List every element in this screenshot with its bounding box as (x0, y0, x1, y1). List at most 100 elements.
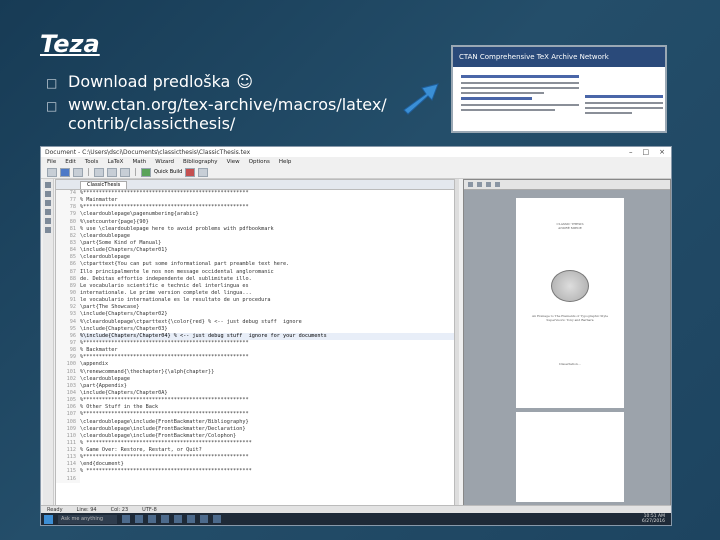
task-view-icon[interactable] (122, 515, 130, 523)
store-icon[interactable] (161, 515, 169, 523)
line-number: 78 (56, 204, 80, 212)
menu-bibliography[interactable]: Bibliography (183, 159, 218, 165)
code-line[interactable]: 80 %\setcounter{page}{90} (56, 218, 454, 226)
menu-edit[interactable]: Edit (65, 159, 76, 165)
code-line[interactable]: 104 \include{Chapters/Chapter0A} (56, 389, 454, 398)
code-line[interactable]: 101 %\renewcommand{\thechapter}{\alph{cha… (56, 368, 454, 376)
pdf-preview[interactable]: CLASSIC THESIS ANDRÉ MIEDE An Homage to … (463, 179, 671, 507)
code-line[interactable]: 115% ***********************************… (56, 468, 454, 476)
code-line[interactable]: 105 %************************************… (56, 397, 454, 405)
code-line[interactable]: 110 \cleardoublepage\include{FrontBackmat… (56, 432, 454, 440)
explorer-icon[interactable] (148, 515, 156, 523)
code-line[interactable]: 90 internationale. Le prime version compl… (56, 289, 454, 298)
windows-taskbar: Ask me anything 10:51 AM 6/27/2016 (41, 513, 671, 525)
code-line[interactable]: 94 %\cleardoublepage\ctparttext{\color{re… (56, 318, 454, 326)
line-number: 113 (56, 454, 80, 462)
code-line[interactable]: 84 \include{Chapters/Chapter01} (56, 247, 454, 255)
new-file-icon[interactable] (47, 167, 57, 177)
code-line[interactable]: 116 (56, 475, 454, 483)
code-line[interactable]: 97 %*************************************… (56, 339, 454, 348)
tab-classicthesis[interactable]: ClassicThesis (80, 181, 128, 189)
open-file-icon[interactable] (60, 167, 70, 177)
zoom-in-icon[interactable] (468, 182, 473, 187)
code-line[interactable]: 95 \include{Chapters/Chapter03} (56, 325, 454, 333)
code-editor[interactable]: ClassicThesis 74 %***********************… (55, 179, 455, 507)
code-line[interactable]: 96 %\include{Chapters/Chapter04} % <-- ju… (56, 332, 454, 340)
code-line[interactable]: 108 \cleardoublepage\include{FrontBackmat… (56, 418, 454, 426)
code-line[interactable]: 81% use \cleardoublepage here to avoid p… (56, 225, 454, 233)
menu-help[interactable]: Help (279, 159, 292, 165)
math-icon[interactable] (45, 200, 51, 206)
ctan-website-thumbnail: CTAN Comprehensive TeX Archive Network (451, 45, 667, 133)
code-line[interactable]: 85 \cleardoublepage (56, 254, 454, 262)
menu-view[interactable]: View (227, 159, 240, 165)
prev-page-icon[interactable] (486, 182, 491, 187)
menu-math[interactable]: Math (132, 159, 146, 165)
zoom-out-icon[interactable] (477, 182, 482, 187)
code-line[interactable]: 112% Game Over: Restore, Restart, or Qui… (56, 447, 454, 455)
code-line[interactable]: 100 \appendix (56, 361, 454, 369)
start-icon[interactable] (44, 514, 53, 524)
code-line[interactable]: 93 \include{Chapters/Chapter02} (56, 311, 454, 319)
line-number: 94 (56, 318, 80, 326)
save-icon[interactable] (73, 167, 83, 177)
code-line[interactable]: 111% ***********************************… (56, 439, 454, 448)
copy-icon[interactable] (107, 167, 117, 177)
menu-options[interactable]: Options (249, 159, 270, 165)
structure-icon[interactable] (45, 182, 51, 188)
taskbar-search[interactable]: Ask me anything (58, 514, 117, 524)
arrows-icon[interactable] (45, 218, 51, 224)
editor-scrollbar[interactable] (455, 179, 459, 505)
line-number: 111 (56, 439, 80, 448)
code-line[interactable]: 86 \ctparttext{You can put some informati… (56, 261, 454, 269)
edge-icon[interactable] (135, 515, 143, 523)
close-button[interactable]: × (659, 148, 665, 156)
view-pdf-icon[interactable] (198, 167, 209, 177)
code-line[interactable]: 77% Mainmatter (56, 197, 454, 205)
minimize-button[interactable]: – (629, 148, 633, 156)
code-line[interactable]: 89 Le vocabulario scientific e technic de… (56, 282, 454, 290)
code-line[interactable]: 98% Backmatter (56, 347, 454, 355)
stop-icon[interactable] (185, 167, 196, 177)
code-line[interactable]: 113 %************************************… (56, 454, 454, 462)
app-icon[interactable] (174, 515, 182, 523)
cut-icon[interactable] (94, 167, 104, 177)
code-line[interactable]: 82 \cleardoublepage (56, 232, 454, 240)
code-text: \end{document} (80, 461, 124, 468)
menu-file[interactable]: File (47, 159, 56, 165)
quick-build-select[interactable]: Quick Build (154, 169, 182, 175)
app-icon[interactable] (200, 515, 208, 523)
code-line[interactable]: 83 \part{Some Kind of Manual} (56, 239, 454, 248)
code-line[interactable]: 74 %*************************************… (56, 190, 454, 198)
bullet-item: □ Download predloška ☺ (46, 72, 406, 93)
greek-icon[interactable] (45, 209, 51, 215)
app-icon[interactable] (213, 515, 221, 523)
code-line[interactable]: 92 \part{The Showcase} (56, 304, 454, 312)
line-number: 110 (56, 432, 80, 440)
code-line[interactable]: 114 \end{document} (56, 461, 454, 469)
run-icon[interactable] (141, 167, 151, 177)
code-line[interactable]: 91 le vocabulario internationale es le re… (56, 297, 454, 305)
code-line[interactable]: 78 %*************************************… (56, 204, 454, 212)
app-icon[interactable] (187, 515, 195, 523)
code-line[interactable]: 107 %************************************… (56, 411, 454, 419)
code-line[interactable]: 79 \cleardoublepage\pagenumbering{arabic} (56, 211, 454, 219)
code-line[interactable]: 102 \cleardoublepage (56, 375, 454, 383)
code-line[interactable]: 88 de. Debitas effortio independente del … (56, 275, 454, 283)
symbols-icon[interactable] (45, 191, 51, 197)
maximize-button[interactable]: □ (643, 148, 650, 156)
line-number: 101 (56, 368, 80, 376)
code-line[interactable]: 106% Other Stuff in the Back (56, 404, 454, 412)
code-line[interactable]: 109 \cleardoublepage\include{FrontBackmat… (56, 425, 454, 433)
code-line[interactable]: 87 Illo principalmente le nos non message… (56, 268, 454, 276)
menu-tools[interactable]: Tools (85, 159, 99, 165)
code-line[interactable]: 103 \part{Appendix} (56, 382, 454, 390)
code-line[interactable]: 99 %*************************************… (56, 354, 454, 362)
menu-latex[interactable]: LaTeX (107, 159, 123, 165)
next-page-icon[interactable] (495, 182, 500, 187)
taskbar-clock[interactable]: 10:51 AM 6/27/2016 (642, 514, 671, 524)
line-number: 91 (56, 297, 80, 305)
misc-icon[interactable] (45, 227, 51, 233)
menu-wizard[interactable]: Wizard (155, 159, 174, 165)
paste-icon[interactable] (120, 167, 130, 177)
